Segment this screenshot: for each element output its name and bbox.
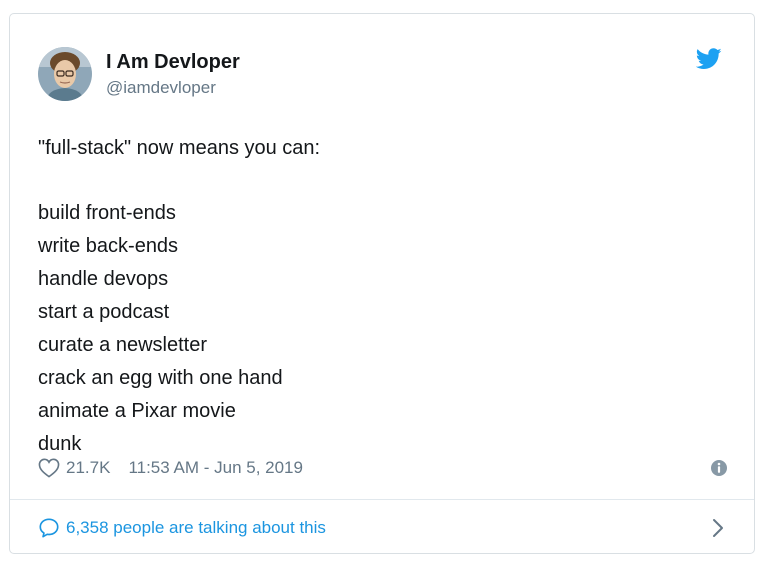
author-names: I Am Devloper @iamdevloper: [106, 50, 240, 99]
tweet-line: handle devops: [38, 268, 169, 290]
tweet-line: crack an egg with one hand: [38, 367, 283, 389]
conversation-link[interactable]: 6,358 people are talking about this: [38, 514, 728, 542]
tweet-line: animate a Pixar movie: [38, 400, 236, 422]
like-count[interactable]: 21.7K: [66, 458, 110, 478]
tweet-line: write back-ends: [38, 235, 179, 257]
speech-bubble-icon: [39, 518, 59, 538]
tweet-header: I Am Devloper @iamdevloper: [38, 44, 240, 104]
timestamp[interactable]: 11:53 AM - Jun 5, 2019: [128, 458, 303, 478]
display-name[interactable]: I Am Devloper: [106, 50, 240, 74]
tweet-line: start a podcast: [38, 301, 170, 323]
tweet-line: build front-ends: [38, 202, 176, 224]
twitter-bird-icon[interactable]: [696, 48, 722, 70]
avatar[interactable]: [38, 47, 92, 101]
avatar-image: [38, 47, 92, 101]
tweet-meta: 21.7K 11:53 AM - Jun 5, 2019: [38, 456, 728, 480]
handle[interactable]: @iamdevloper: [106, 77, 240, 99]
chevron-right-icon[interactable]: [712, 518, 724, 538]
divider: [10, 499, 754, 500]
info-icon[interactable]: [710, 459, 728, 477]
talking-text[interactable]: 6,358 people are talking about this: [66, 518, 326, 538]
tweet-line: curate a newsletter: [38, 334, 207, 356]
tweet-intro: "full-stack" now means you can:: [38, 137, 321, 159]
heart-icon[interactable]: [38, 458, 60, 478]
tweet-text: "full-stack" now means you can: build fr…: [38, 132, 728, 461]
tweet-card: I Am Devloper @iamdevloper "full-stack" …: [9, 13, 755, 554]
